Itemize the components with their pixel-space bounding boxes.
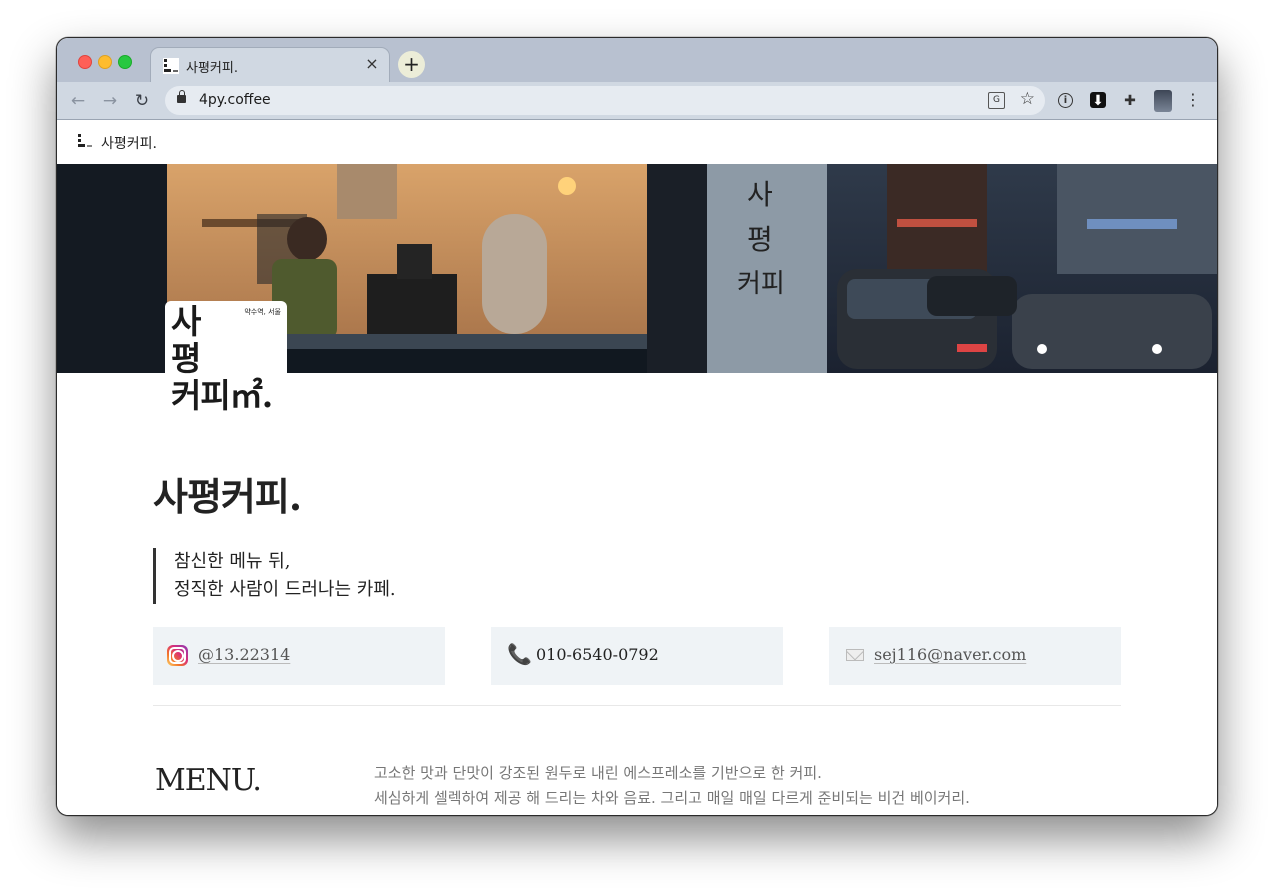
translate-icon[interactable]: G [988, 92, 1005, 109]
phone-icon: 📞 [507, 642, 532, 666]
menu-desc-line-1: 고소한 맛과 단맛이 강조된 원두로 내린 에스프레소를 기반으로 한 커피. [374, 764, 822, 782]
profile-avatar[interactable] [1154, 90, 1172, 112]
browser-menu-icon[interactable]: ⋮ [1185, 90, 1201, 109]
site-topbar: 사평커피. [57, 120, 1217, 164]
svg-text:사: 사 [747, 178, 773, 211]
menu-desc-line-2: 세심하게 셀렉하여 제공 해 드리는 차와 음료. 그리고 매일 매일 다르게 … [374, 789, 970, 807]
site-name-link[interactable]: 사평커피. [101, 133, 157, 153]
browser-toolbar: ← → ↻ 4py.coffee G ☆ i ⬇ ✚ ⋮ [57, 82, 1217, 120]
tab-close-icon[interactable]: × [363, 55, 381, 73]
menu-heading: MENU. [155, 763, 262, 798]
email-card[interactable]: sej116@naver.com [829, 627, 1121, 685]
phone-number: 010-6540-0792 [536, 645, 659, 664]
site-logo-icon[interactable] [77, 133, 93, 150]
browser-window: 사평커피. × + ← → ↻ 4py.coffee G ☆ i ⬇ ✚ ⋮ 사… [56, 37, 1218, 816]
tagline-line-2: 정직한 사람이 드러나는 카페. [174, 579, 396, 600]
new-tab-button[interactable]: + [398, 51, 425, 78]
window-close-button[interactable] [78, 55, 92, 69]
section-divider [153, 705, 1121, 706]
brand-logo-card: 약수역, 서울 사 평 커피㎡. [165, 301, 287, 423]
envelope-icon [846, 649, 864, 661]
tagline-quote: 참신한 메뉴 뒤, 정직한 사람이 드러나는 카페. [153, 548, 396, 604]
site-favicon-icon [163, 58, 179, 74]
web-page: 사평커피. 사 평 커피 약수역, 서울 사 평 커피㎡. 사평커피. 참신한 … [57, 120, 1217, 815]
instagram-link[interactable]: @13.22314 [198, 645, 290, 664]
extension-download-icon[interactable]: ⬇ [1090, 92, 1106, 109]
logo-wordmark: 사 평 커피㎡. [171, 302, 273, 415]
instagram-card[interactable]: @13.22314 [153, 627, 445, 685]
svg-text:평: 평 [747, 223, 773, 256]
reload-icon[interactable]: ↻ [131, 90, 153, 112]
extension-info-icon[interactable]: i [1058, 93, 1073, 108]
svg-text:커피: 커피 [737, 269, 785, 299]
window-maximize-button[interactable] [118, 55, 132, 69]
address-bar[interactable]: 4py.coffee G ☆ [165, 86, 1045, 115]
back-arrow-icon[interactable]: ← [67, 90, 89, 112]
logo-line-1: 사 [171, 302, 201, 341]
tab-strip: 사평커피. × + [57, 38, 1217, 82]
email-link[interactable]: sej116@naver.com [874, 645, 1026, 664]
page-title: 사평커피. [153, 474, 302, 519]
instagram-icon [167, 645, 188, 666]
tagline-line-1: 참신한 메뉴 뒤, [174, 551, 291, 572]
tab-title: 사평커피. [186, 61, 238, 76]
window-minimize-button[interactable] [98, 55, 112, 69]
phone-card[interactable]: 📞 010-6540-0792 [491, 627, 783, 685]
url-text[interactable]: 4py.coffee [199, 92, 271, 108]
lock-icon[interactable] [177, 90, 186, 103]
forward-arrow-icon[interactable]: → [99, 90, 121, 112]
logo-line-3: 커피㎡. [171, 376, 273, 415]
logo-line-2: 평 [171, 339, 201, 378]
extensions-puzzle-icon[interactable]: ✚ [1121, 92, 1139, 110]
bookmark-star-icon[interactable]: ☆ [1020, 89, 1035, 109]
tab-active[interactable]: 사평커피. × [150, 47, 390, 82]
menu-description: 고소한 맛과 단맛이 강조된 원두로 내린 에스프레소를 기반으로 한 커피. … [374, 761, 970, 811]
